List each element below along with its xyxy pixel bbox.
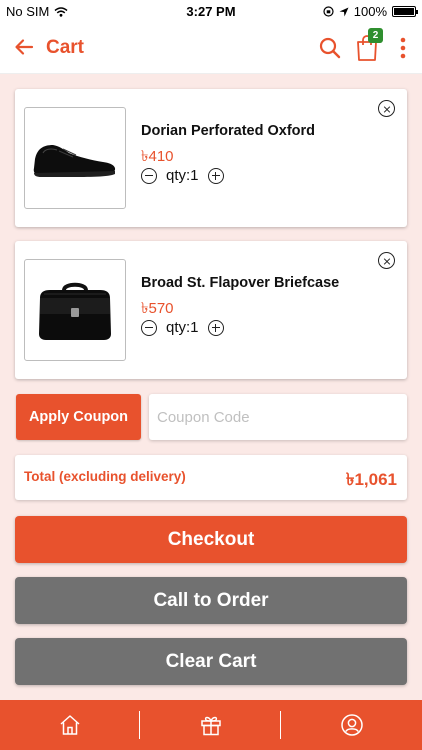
nav-home[interactable] [0, 700, 140, 750]
decrease-qty-button[interactable] [141, 167, 157, 184]
quantity-value: qty:1 [166, 319, 199, 336]
quantity-stepper: qty:1 [141, 319, 224, 336]
status-right: 100% [323, 4, 418, 19]
battery-icon [392, 6, 418, 17]
back-arrow-icon[interactable] [12, 35, 36, 59]
battery-percent: 100% [353, 4, 387, 19]
cart-item: Broad St. Flapover Briefcase ৳570 qty:1 [15, 241, 407, 379]
more-vertical-icon[interactable] [396, 36, 410, 60]
nav-offers[interactable] [141, 700, 281, 750]
remove-item-button[interactable] [378, 252, 395, 269]
coupon-code-input[interactable] [149, 394, 407, 440]
app-header: Cart 2 [0, 22, 422, 74]
checkout-button[interactable]: Checkout [15, 516, 407, 563]
product-image-briefcase[interactable] [24, 259, 126, 361]
cart-item: Dorian Perforated Oxford ৳410 qty:1 [15, 89, 407, 227]
decrease-qty-button[interactable] [141, 319, 157, 336]
nav-divider [139, 711, 140, 739]
search-icon[interactable] [318, 36, 342, 60]
order-total: Total (excluding delivery) ৳1,061 [15, 455, 407, 500]
increase-qty-button[interactable] [207, 167, 224, 184]
product-name: Broad St. Flapover Briefcase [141, 275, 340, 291]
nav-profile[interactable] [282, 700, 422, 750]
status-bar: No SIM 3:27 PM 100% [0, 0, 422, 22]
apply-coupon-button[interactable]: Apply Coupon [16, 394, 141, 440]
bottom-nav [0, 700, 422, 750]
page-title: Cart [46, 37, 85, 58]
home-icon [60, 715, 80, 735]
location-icon [339, 7, 349, 16]
nav-divider [280, 711, 281, 739]
product-image-shoe[interactable] [24, 107, 126, 209]
quantity-stepper: qty:1 [141, 167, 224, 184]
user-icon [341, 714, 363, 736]
gift-icon [201, 716, 221, 736]
orientation-lock-icon [323, 6, 334, 17]
shoe-image [33, 145, 116, 177]
cart-count-badge: 2 [368, 28, 383, 43]
product-name: Dorian Perforated Oxford [141, 123, 316, 139]
total-label: Total (excluding delivery) [24, 469, 186, 484]
remove-item-button[interactable] [378, 100, 395, 117]
total-value: ৳1,061 [345, 470, 397, 489]
briefcase-image [39, 282, 111, 340]
quantity-value: qty:1 [166, 167, 199, 184]
clear-cart-button[interactable]: Clear Cart [15, 638, 407, 685]
increase-qty-button[interactable] [207, 319, 224, 336]
call-to-order-button[interactable]: Call to Order [15, 577, 407, 624]
